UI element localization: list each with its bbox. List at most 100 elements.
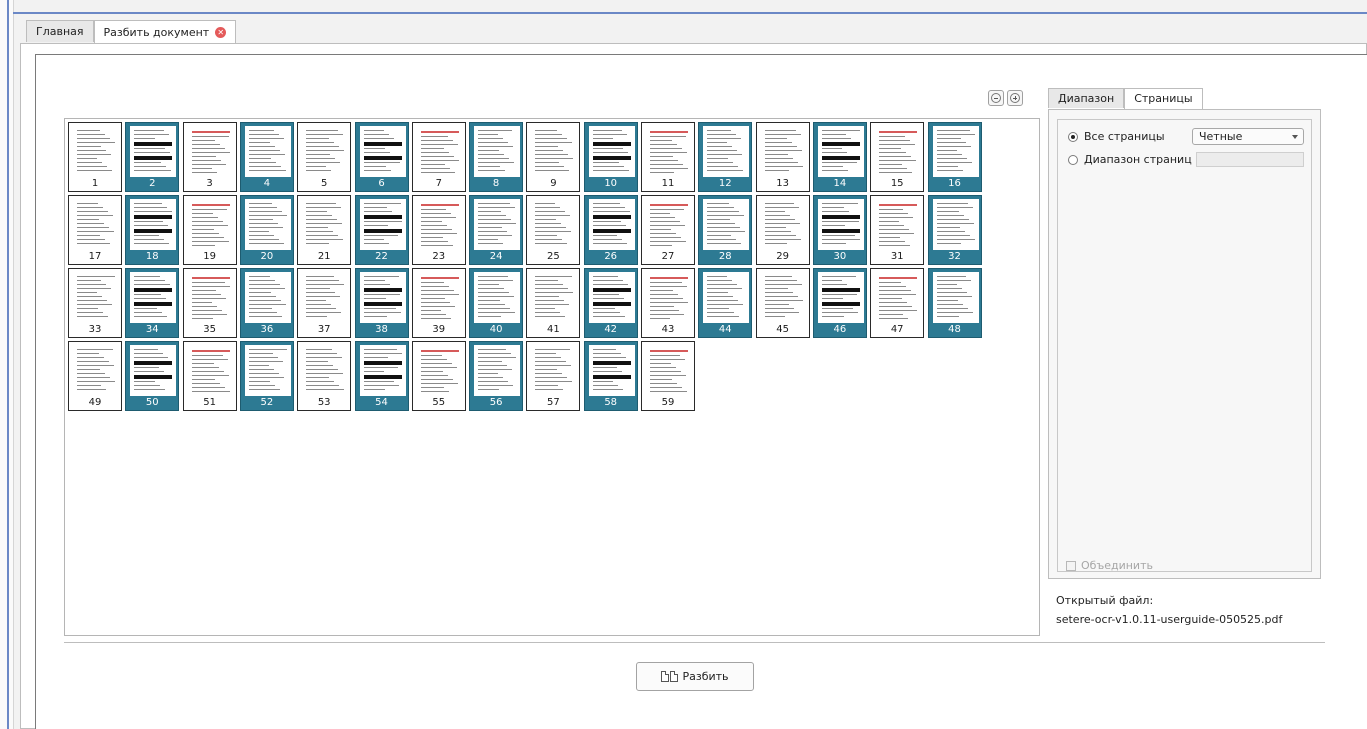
- page-thumbnail[interactable]: 17: [68, 195, 122, 265]
- page-thumbnail[interactable]: 47: [870, 268, 925, 338]
- page-thumbnail[interactable]: 33: [68, 268, 122, 338]
- page-thumbnail[interactable]: 59: [641, 341, 695, 411]
- page-thumbnail[interactable]: 5: [297, 122, 352, 192]
- page-thumbnail[interactable]: 20: [239, 195, 294, 265]
- page-preview-line: [306, 308, 337, 309]
- page-range-input[interactable]: [1196, 152, 1304, 167]
- zoom-out-button[interactable]: [988, 90, 1004, 106]
- page-thumbnail[interactable]: 8: [469, 122, 524, 192]
- page-thumbnail[interactable]: 29: [755, 195, 810, 265]
- page-preview: [531, 199, 578, 250]
- page-preview-mark: [420, 204, 459, 206]
- page-thumbnail[interactable]: 46: [812, 268, 867, 338]
- page-thumbnail[interactable]: 40: [469, 268, 524, 338]
- page-preview-line: [879, 286, 907, 287]
- page-thumbnail[interactable]: 27: [641, 195, 695, 265]
- page-thumbnail[interactable]: 14: [812, 122, 867, 192]
- page-thumbnail[interactable]: 21: [297, 195, 352, 265]
- page-thumbnail[interactable]: 51: [182, 341, 237, 411]
- page-thumbnail[interactable]: 6: [354, 122, 409, 192]
- page-thumbnail[interactable]: 9: [526, 122, 581, 192]
- page-thumbnail[interactable]: 39: [411, 268, 466, 338]
- page-preview-line: [420, 144, 458, 145]
- page-thumbnail[interactable]: 38: [354, 268, 409, 338]
- page-preview-line: [478, 292, 510, 293]
- page-preview-line: [821, 152, 847, 153]
- page-preview-line: [363, 353, 402, 354]
- page-thumbnail[interactable]: 31: [870, 195, 925, 265]
- page-thumbnail[interactable]: 55: [411, 341, 466, 411]
- page-number: 44: [718, 324, 732, 335]
- page-thumbnail[interactable]: 58: [583, 341, 638, 411]
- page-preview-line: [650, 290, 673, 291]
- page-preview-line: [248, 211, 282, 212]
- page-preview-line: [248, 276, 270, 277]
- page-thumbnail[interactable]: 15: [870, 122, 925, 192]
- page-thumbnail[interactable]: 54: [354, 341, 409, 411]
- page-preview-line: [248, 288, 285, 289]
- page-thumbnail[interactable]: 41: [526, 268, 581, 338]
- page-thumbnail[interactable]: 11: [641, 122, 695, 192]
- page-thumbnail[interactable]: 43: [641, 268, 695, 338]
- page-thumbnail[interactable]: 42: [583, 268, 638, 338]
- all-pages-radio[interactable]: [1068, 131, 1078, 142]
- page-thumbnail[interactable]: 49: [68, 341, 122, 411]
- page-thumbnail[interactable]: 30: [812, 195, 867, 265]
- page-thumbnail[interactable]: 37: [297, 268, 352, 338]
- page-preview: [932, 199, 979, 250]
- page-range-radio[interactable]: [1068, 154, 1078, 165]
- page-thumbnail[interactable]: 4: [239, 122, 294, 192]
- page-preview-line: [420, 318, 451, 319]
- page-preview: [703, 199, 750, 250]
- page-thumbnail[interactable]: 2: [125, 122, 180, 192]
- page-thumbnail[interactable]: 19: [182, 195, 237, 265]
- page-preview-line: [650, 237, 681, 238]
- page-thumbnail[interactable]: 7: [411, 122, 466, 192]
- page-thumbnail[interactable]: 53: [297, 341, 352, 411]
- page-preview-line: [821, 207, 844, 208]
- merge-checkbox[interactable]: [1066, 560, 1076, 571]
- page-thumbnail[interactable]: 34: [125, 268, 180, 338]
- page-thumbnail[interactable]: 3: [182, 122, 237, 192]
- page-range-option[interactable]: Диапазон страниц: [1068, 153, 1192, 166]
- page-thumbnail[interactable]: 24: [469, 195, 524, 265]
- page-thumbnail[interactable]: 23: [411, 195, 466, 265]
- page-preview-line: [478, 349, 507, 350]
- page-thumbnail[interactable]: 45: [755, 268, 810, 338]
- all-pages-option[interactable]: Все страницы: [1068, 130, 1165, 143]
- page-preview-line: [191, 136, 229, 137]
- page-thumbnail[interactable]: 57: [526, 341, 581, 411]
- page-thumbnail[interactable]: 44: [698, 268, 753, 338]
- page-thumbnail[interactable]: 56: [469, 341, 524, 411]
- merge-option[interactable]: Объединить: [1066, 559, 1153, 572]
- split-button[interactable]: Разбить: [636, 662, 754, 691]
- close-tab-icon[interactable]: ✕: [215, 27, 227, 38]
- page-thumbnail[interactable]: 50: [125, 341, 180, 411]
- page-thumbnail[interactable]: 48: [927, 268, 982, 338]
- page-thumbnail[interactable]: 28: [698, 195, 753, 265]
- page-thumbnails-grid[interactable]: 1 2 3 4 5 6 7 8 9 10 11 12 13 14 15 16 17 18 19 20 21 22 23 24 2…: [64, 118, 1040, 636]
- page-thumbnail[interactable]: 1: [68, 122, 122, 192]
- tab-split-document[interactable]: Разбить документ ✕: [93, 20, 237, 44]
- page-preview-line: [420, 229, 452, 230]
- tab-home[interactable]: Главная: [26, 20, 94, 42]
- page-preview-line: [535, 381, 573, 382]
- zoom-in-button[interactable]: [1007, 90, 1023, 106]
- page-thumbnail[interactable]: 10: [583, 122, 638, 192]
- page-thumbnail[interactable]: 52: [239, 341, 294, 411]
- page-thumbnail[interactable]: 12: [698, 122, 753, 192]
- page-thumbnail[interactable]: 13: [755, 122, 810, 192]
- page-thumbnail[interactable]: 36: [239, 268, 294, 338]
- page-thumbnail[interactable]: 35: [182, 268, 237, 338]
- page-thumbnail[interactable]: 16: [927, 122, 982, 192]
- page-thumbnail[interactable]: 26: [583, 195, 638, 265]
- page-thumbnail[interactable]: 32: [927, 195, 982, 265]
- page-preview-line: [306, 134, 344, 135]
- page-filter-select[interactable]: Четные: [1192, 128, 1304, 145]
- page-thumbnail[interactable]: 22: [354, 195, 409, 265]
- page-preview-line: [764, 235, 796, 236]
- page-thumbnail[interactable]: 18: [125, 195, 180, 265]
- tab-range[interactable]: Диапазон: [1048, 88, 1125, 108]
- tab-pages[interactable]: Страницы: [1124, 88, 1203, 110]
- page-thumbnail[interactable]: 25: [526, 195, 581, 265]
